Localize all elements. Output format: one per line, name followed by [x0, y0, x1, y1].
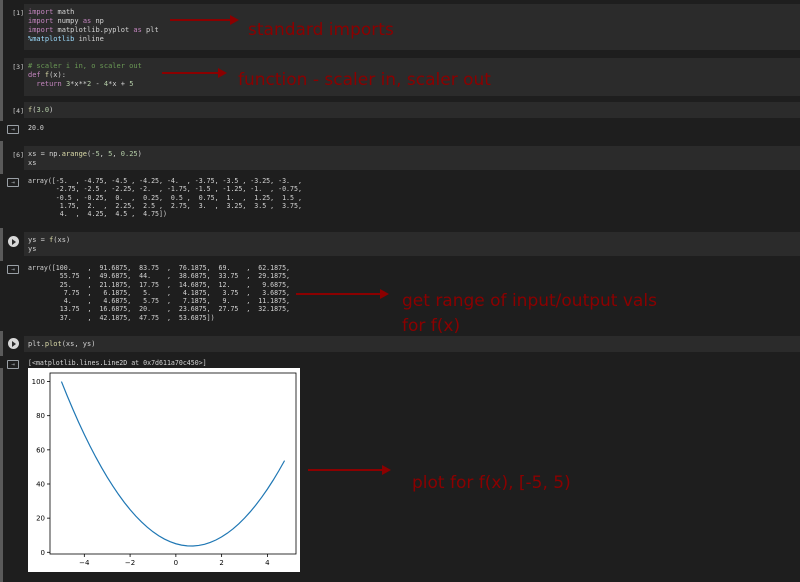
code-editor[interactable]: import math import numpy as np import matp… [24, 4, 800, 50]
y-tick-label: 20 [36, 515, 45, 523]
code-line: xs [28, 159, 796, 168]
x-tick-label: 0 [174, 559, 178, 567]
output-text: 20.0 [28, 124, 44, 132]
cell-prompt: [6] [12, 151, 24, 159]
code-editor[interactable]: xs = np.arange(-5, 5, 0.25) xs [24, 146, 800, 170]
cell-prompt: [1] [12, 9, 24, 17]
series-line [60, 381, 286, 547]
code-token: (xs, ys) [61, 340, 96, 348]
code-token: arange [61, 150, 88, 158]
run-cell-icon[interactable] [8, 338, 19, 349]
code-token: as [82, 17, 92, 25]
code-token: matplotlib.pyplot [53, 26, 134, 34]
code-token: numpy [53, 17, 83, 25]
code-token: import [28, 26, 54, 34]
code-line: import math [28, 8, 796, 17]
code-token: import [28, 8, 54, 16]
code-cell-ys[interactable]: ys = f(xs) ys [0, 232, 800, 256]
code-line: %matplotlib inline [28, 35, 796, 44]
output-text: array([-5. , -4.75, -4.5 , -4.25, -4. , … [28, 177, 302, 219]
annotation-plot: plot for f(x), [-5, 5) [412, 473, 571, 493]
code-cell-plot[interactable]: plt.plot(xs, ys) [0, 336, 800, 352]
code-token: ys = [28, 236, 50, 244]
code-token: ys [28, 245, 37, 253]
code-line: ys [28, 245, 796, 254]
output-text: [<matplotlib.lines.Line2D at 0x7d611a70c… [28, 359, 207, 367]
code-token: xs [28, 159, 37, 167]
cell-prompt: [4] [12, 107, 24, 115]
code-token: plt [141, 26, 159, 34]
x-tick-label: 2 [219, 559, 223, 567]
annotation-arrow [170, 15, 239, 25]
plot-axes-frame [49, 372, 297, 555]
code-token: math [53, 8, 75, 16]
code-token: *x + [108, 80, 130, 88]
x-tick-label: −2 [125, 559, 135, 567]
output-f3: ⇥ 20.0 [0, 121, 800, 141]
run-cell-icon[interactable] [8, 236, 19, 247]
code-token: 0.25 [120, 150, 138, 158]
x-tick-label: 4 [265, 559, 270, 567]
code-token: xs = np. [28, 150, 62, 158]
y-tick-label: 40 [36, 480, 45, 488]
output-arrow-icon: ⇥ [7, 178, 19, 187]
y-tick-label: 0 [41, 549, 45, 557]
plot-figure: −4 −2 0 2 4 0 20 40 60 80 100 [28, 368, 300, 572]
code-token: %matplotlib [28, 35, 75, 43]
output-text: array([100. , 91.6875, 83.75 , 76.1875, … [28, 264, 291, 322]
code-editor[interactable]: f(3.0) [24, 102, 800, 118]
code-cell-xs[interactable]: [6] xs = np.arange(-5, 5, 0.25) xs [0, 146, 800, 170]
code-token: 3.0 [36, 106, 50, 114]
y-tick-label: 80 [36, 412, 45, 420]
annotation-imports: standard imports [248, 20, 394, 40]
code-token: plt. [28, 340, 45, 348]
y-tick-label: 60 [36, 446, 45, 454]
code-cell-imports[interactable]: [1] import math import numpy as np import … [0, 4, 800, 50]
code-token: (x): [49, 71, 66, 79]
code-token: as [133, 26, 142, 34]
output-arrow-icon: ⇥ [7, 125, 19, 134]
annotation-function: function - scaler in, scaler out [238, 70, 491, 90]
code-line: import numpy as np [28, 17, 796, 26]
annotation-arrow [308, 465, 391, 475]
code-line: xs = np.arange(-5, 5, 0.25) [28, 150, 796, 159]
code-line: ys = f(xs) [28, 236, 796, 245]
line-chart: −4 −2 0 2 4020406080100 [32, 372, 297, 567]
y-tick-label: 100 [32, 378, 45, 386]
annotation-arrow [296, 289, 389, 299]
code-token: - [91, 80, 104, 88]
code-editor[interactable]: plt.plot(xs, ys) [24, 336, 800, 352]
code-token: return [28, 80, 66, 88]
code-token: ) [137, 150, 142, 158]
code-token: , [112, 150, 121, 158]
code-editor[interactable]: ys = f(xs) ys [24, 232, 800, 256]
code-cell-eval[interactable]: [4] f(3.0) [0, 102, 800, 118]
code-token: def [28, 71, 41, 79]
code-line: import matplotlib.pyplot as plt [28, 26, 796, 35]
code-token: np [91, 17, 104, 25]
code-token: (xs) [53, 236, 71, 244]
code-token: , [99, 150, 109, 158]
x-tick-label: −4 [79, 559, 90, 567]
code-token: inline [74, 35, 104, 43]
cell-prompt: [3] [12, 63, 24, 71]
output-ys: ⇥ array([100. , 91.6875, 83.75 , 76.1875… [0, 261, 800, 331]
annotation-range-line2: for f(x) [402, 316, 461, 336]
output-plot-repr: ⇥ [<matplotlib.lines.Line2D at 0x7d611a7… [0, 356, 800, 369]
output-arrow-icon: ⇥ [7, 360, 19, 369]
code-token: # scaler i in, o scaler out [28, 62, 142, 70]
code-token: plot [44, 340, 62, 348]
code-line: plt.plot(xs, ys) [28, 340, 796, 349]
code-token: import [28, 17, 54, 25]
annotation-arrow [162, 68, 227, 78]
code-token: 5 [129, 80, 134, 88]
code-token: ) [49, 106, 54, 114]
output-xs: ⇥ array([-5. , -4.75, -4.5 , -4.25, -4. … [0, 174, 800, 228]
code-line: f(3.0) [28, 106, 796, 115]
annotation-range: get range of input/output vals [402, 291, 657, 311]
output-arrow-icon: ⇥ [7, 265, 19, 274]
code-token: *x** [70, 80, 88, 88]
